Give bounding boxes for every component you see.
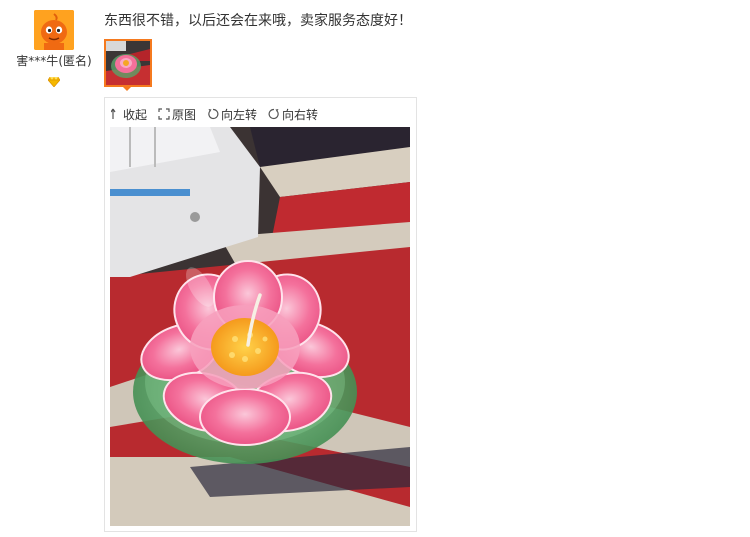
collapse-arrow-icon — [111, 108, 116, 119]
thumbnail-image — [106, 41, 150, 85]
pink-lotus-candle-photo — [110, 127, 410, 526]
original-image-button[interactable]: 原图 — [158, 106, 196, 123]
rotate-left-icon — [208, 108, 219, 120]
fullscreen-icon — [158, 108, 170, 120]
photo-viewer: 收起 原图 向左转 向右转 — [104, 97, 417, 532]
diamond-icon — [47, 72, 61, 88]
rotate-right-button[interactable]: 向右转 — [268, 106, 318, 123]
reviewer-name-text: 害***牛 — [16, 54, 59, 68]
orange-mascot-avatar-icon — [34, 10, 74, 50]
anonymous-label: (匿名) — [58, 54, 92, 68]
rotate-right-icon — [268, 108, 279, 120]
reviewer-name: 害***牛(匿名) — [6, 52, 102, 69]
thumbnail-caret — [121, 85, 133, 91]
reviewer-avatar[interactable] — [34, 10, 74, 50]
photo-thumbnail[interactable] — [104, 39, 152, 87]
rotate-left-button[interactable]: 向左转 — [207, 106, 257, 123]
viewer-toolbar: 收起 原图 向左转 向右转 — [111, 105, 318, 123]
collapse-button[interactable]: 收起 — [111, 106, 147, 123]
rotate-left-label: 向左转 — [221, 107, 258, 122]
review-comment: 东西很不错，以后还会在来哦，卖家服务态度好！ — [104, 13, 412, 29]
review-photo[interactable] — [110, 127, 410, 526]
collapse-label: 收起 — [123, 107, 148, 122]
original-image-label: 原图 — [172, 107, 197, 122]
rotate-right-label: 向右转 — [282, 107, 319, 122]
